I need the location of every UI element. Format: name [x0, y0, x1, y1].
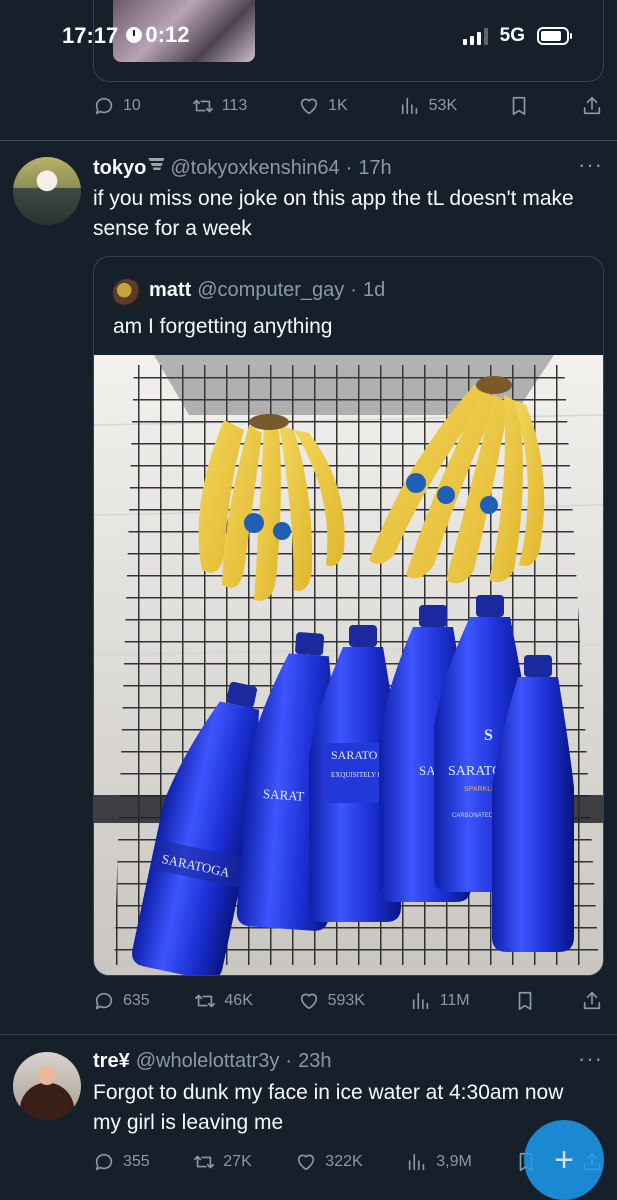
quoted-tweet-photo[interactable]: SARATOGA SARAT SARATO EXQUISITELY Efferv…	[94, 355, 603, 975]
repost-count: 113	[221, 97, 248, 114]
bookmark-button[interactable]	[514, 990, 536, 1012]
like-button[interactable]: 1K	[298, 95, 348, 117]
bottle-label-text: SARATO	[331, 748, 378, 762]
author-name[interactable]: tre¥	[93, 1050, 130, 1073]
tweet-header: tokyo @tokyoxkenshin64 · 17h	[93, 157, 392, 180]
quoted-tweet-age[interactable]: 1d	[363, 279, 385, 302]
reply-icon	[95, 992, 113, 1010]
views-button[interactable]: 3,9M	[406, 1151, 472, 1173]
heart-icon	[298, 1154, 315, 1171]
timer-indicator: 0:12	[126, 22, 189, 48]
timer-value: 0:12	[145, 22, 190, 47]
divider	[0, 1034, 617, 1035]
separator-dot: ·	[350, 279, 357, 301]
reply-button[interactable]: 355	[93, 1151, 150, 1173]
like-count: 322K	[325, 1153, 363, 1170]
views-button[interactable]: 11M	[410, 990, 470, 1012]
repost-button[interactable]: 46K	[194, 990, 253, 1012]
quoted-tweet-text: am I forgetting anything	[113, 315, 333, 338]
quoted-author-name[interactable]: matt	[149, 279, 191, 302]
repost-button[interactable]: 113	[192, 95, 248, 117]
tornado-emoji-icon	[148, 158, 165, 174]
repost-button[interactable]: 27K	[193, 1151, 252, 1173]
compose-button[interactable]: +	[524, 1120, 604, 1200]
quoted-avatar[interactable]	[113, 279, 141, 307]
like-count: 593K	[327, 992, 365, 1009]
author-name[interactable]: tokyo	[93, 157, 165, 180]
heart-icon	[300, 993, 317, 1010]
views-icon	[409, 1153, 425, 1171]
reply-button[interactable]: 10	[93, 95, 141, 117]
tweet-age[interactable]: 23h	[298, 1050, 331, 1073]
reply-count: 635	[123, 992, 150, 1009]
views-icon	[401, 97, 417, 115]
repost-icon	[194, 1155, 215, 1169]
repost-icon	[192, 99, 213, 113]
clock-time: 17:17	[62, 23, 119, 48]
bookmark-icon	[518, 991, 532, 1011]
separator-dot: ·	[345, 157, 353, 179]
quoted-header: matt @computer_gay · 1d	[149, 279, 385, 302]
author-handle[interactable]: @tokyoxkenshin64	[170, 157, 339, 180]
tweet-text: if you miss one joke on this app the tL …	[93, 187, 574, 240]
share-button[interactable]	[581, 990, 603, 1012]
network-type: 5G	[499, 25, 525, 46]
status-bar: 17:17 0:12 5G	[0, 0, 617, 72]
like-count: 1K	[328, 97, 348, 114]
avatar[interactable]	[13, 157, 81, 225]
tweet-actions: 635 46K 593K 11M	[93, 985, 603, 1017]
share-button[interactable]	[581, 95, 603, 117]
bottle-label-text: SA	[419, 763, 436, 778]
quoted-tweet[interactable]: matt @computer_gay · 1d am I forgetting …	[93, 256, 604, 976]
tweet-age[interactable]: 17h	[358, 157, 391, 180]
signal-icon	[462, 27, 488, 45]
tweet-actions: 10 113 1K 53K	[93, 90, 603, 122]
more-options-icon[interactable]: ···	[578, 1046, 603, 1072]
shopping-cart-photo: SARATOGA SARAT SARATO EXQUISITELY Efferv…	[94, 355, 603, 975]
views-icon	[412, 992, 428, 1010]
reply-button[interactable]: 635	[93, 990, 150, 1012]
reply-icon	[95, 97, 113, 115]
divider	[0, 140, 617, 141]
repost-icon	[195, 994, 216, 1008]
bottle-label-text: SARAT	[263, 786, 305, 804]
timer-icon	[126, 27, 143, 43]
more-options-icon[interactable]: ···	[578, 152, 603, 178]
plus-icon: +	[554, 1140, 574, 1179]
tweet-header: tre¥ @wholelottatr3y · 23h	[93, 1050, 331, 1073]
view-count: 11M	[439, 992, 470, 1009]
quoted-author-handle[interactable]: @computer_gay	[197, 279, 344, 302]
tweet-text: Forgot to dunk my face in ice water at 4…	[93, 1081, 564, 1134]
repost-count: 46K	[224, 992, 253, 1009]
share-icon	[583, 991, 601, 1010]
separator-dot: ·	[285, 1050, 293, 1072]
like-button[interactable]: 593K	[298, 990, 365, 1012]
reply-icon	[95, 1153, 113, 1171]
bookmark-button[interactable]	[508, 95, 530, 117]
heart-icon	[300, 98, 318, 115]
view-count: 3,9M	[436, 1153, 472, 1170]
bookmark-icon	[512, 96, 526, 116]
author-handle[interactable]: @wholelottatr3y	[136, 1050, 280, 1073]
battery-icon	[537, 27, 572, 45]
avatar[interactable]	[13, 1052, 81, 1120]
reply-count: 355	[123, 1153, 150, 1170]
status-indicators: 5G	[462, 25, 572, 47]
view-count: 53K	[428, 97, 458, 114]
views-button[interactable]: 53K	[399, 95, 457, 117]
status-time: 17:17 0:12	[62, 22, 189, 49]
share-icon	[583, 96, 601, 115]
repost-count: 27K	[223, 1153, 252, 1170]
like-button[interactable]: 322K	[295, 1151, 363, 1173]
reply-count: 10	[123, 97, 141, 114]
svg-text:S: S	[484, 727, 493, 744]
